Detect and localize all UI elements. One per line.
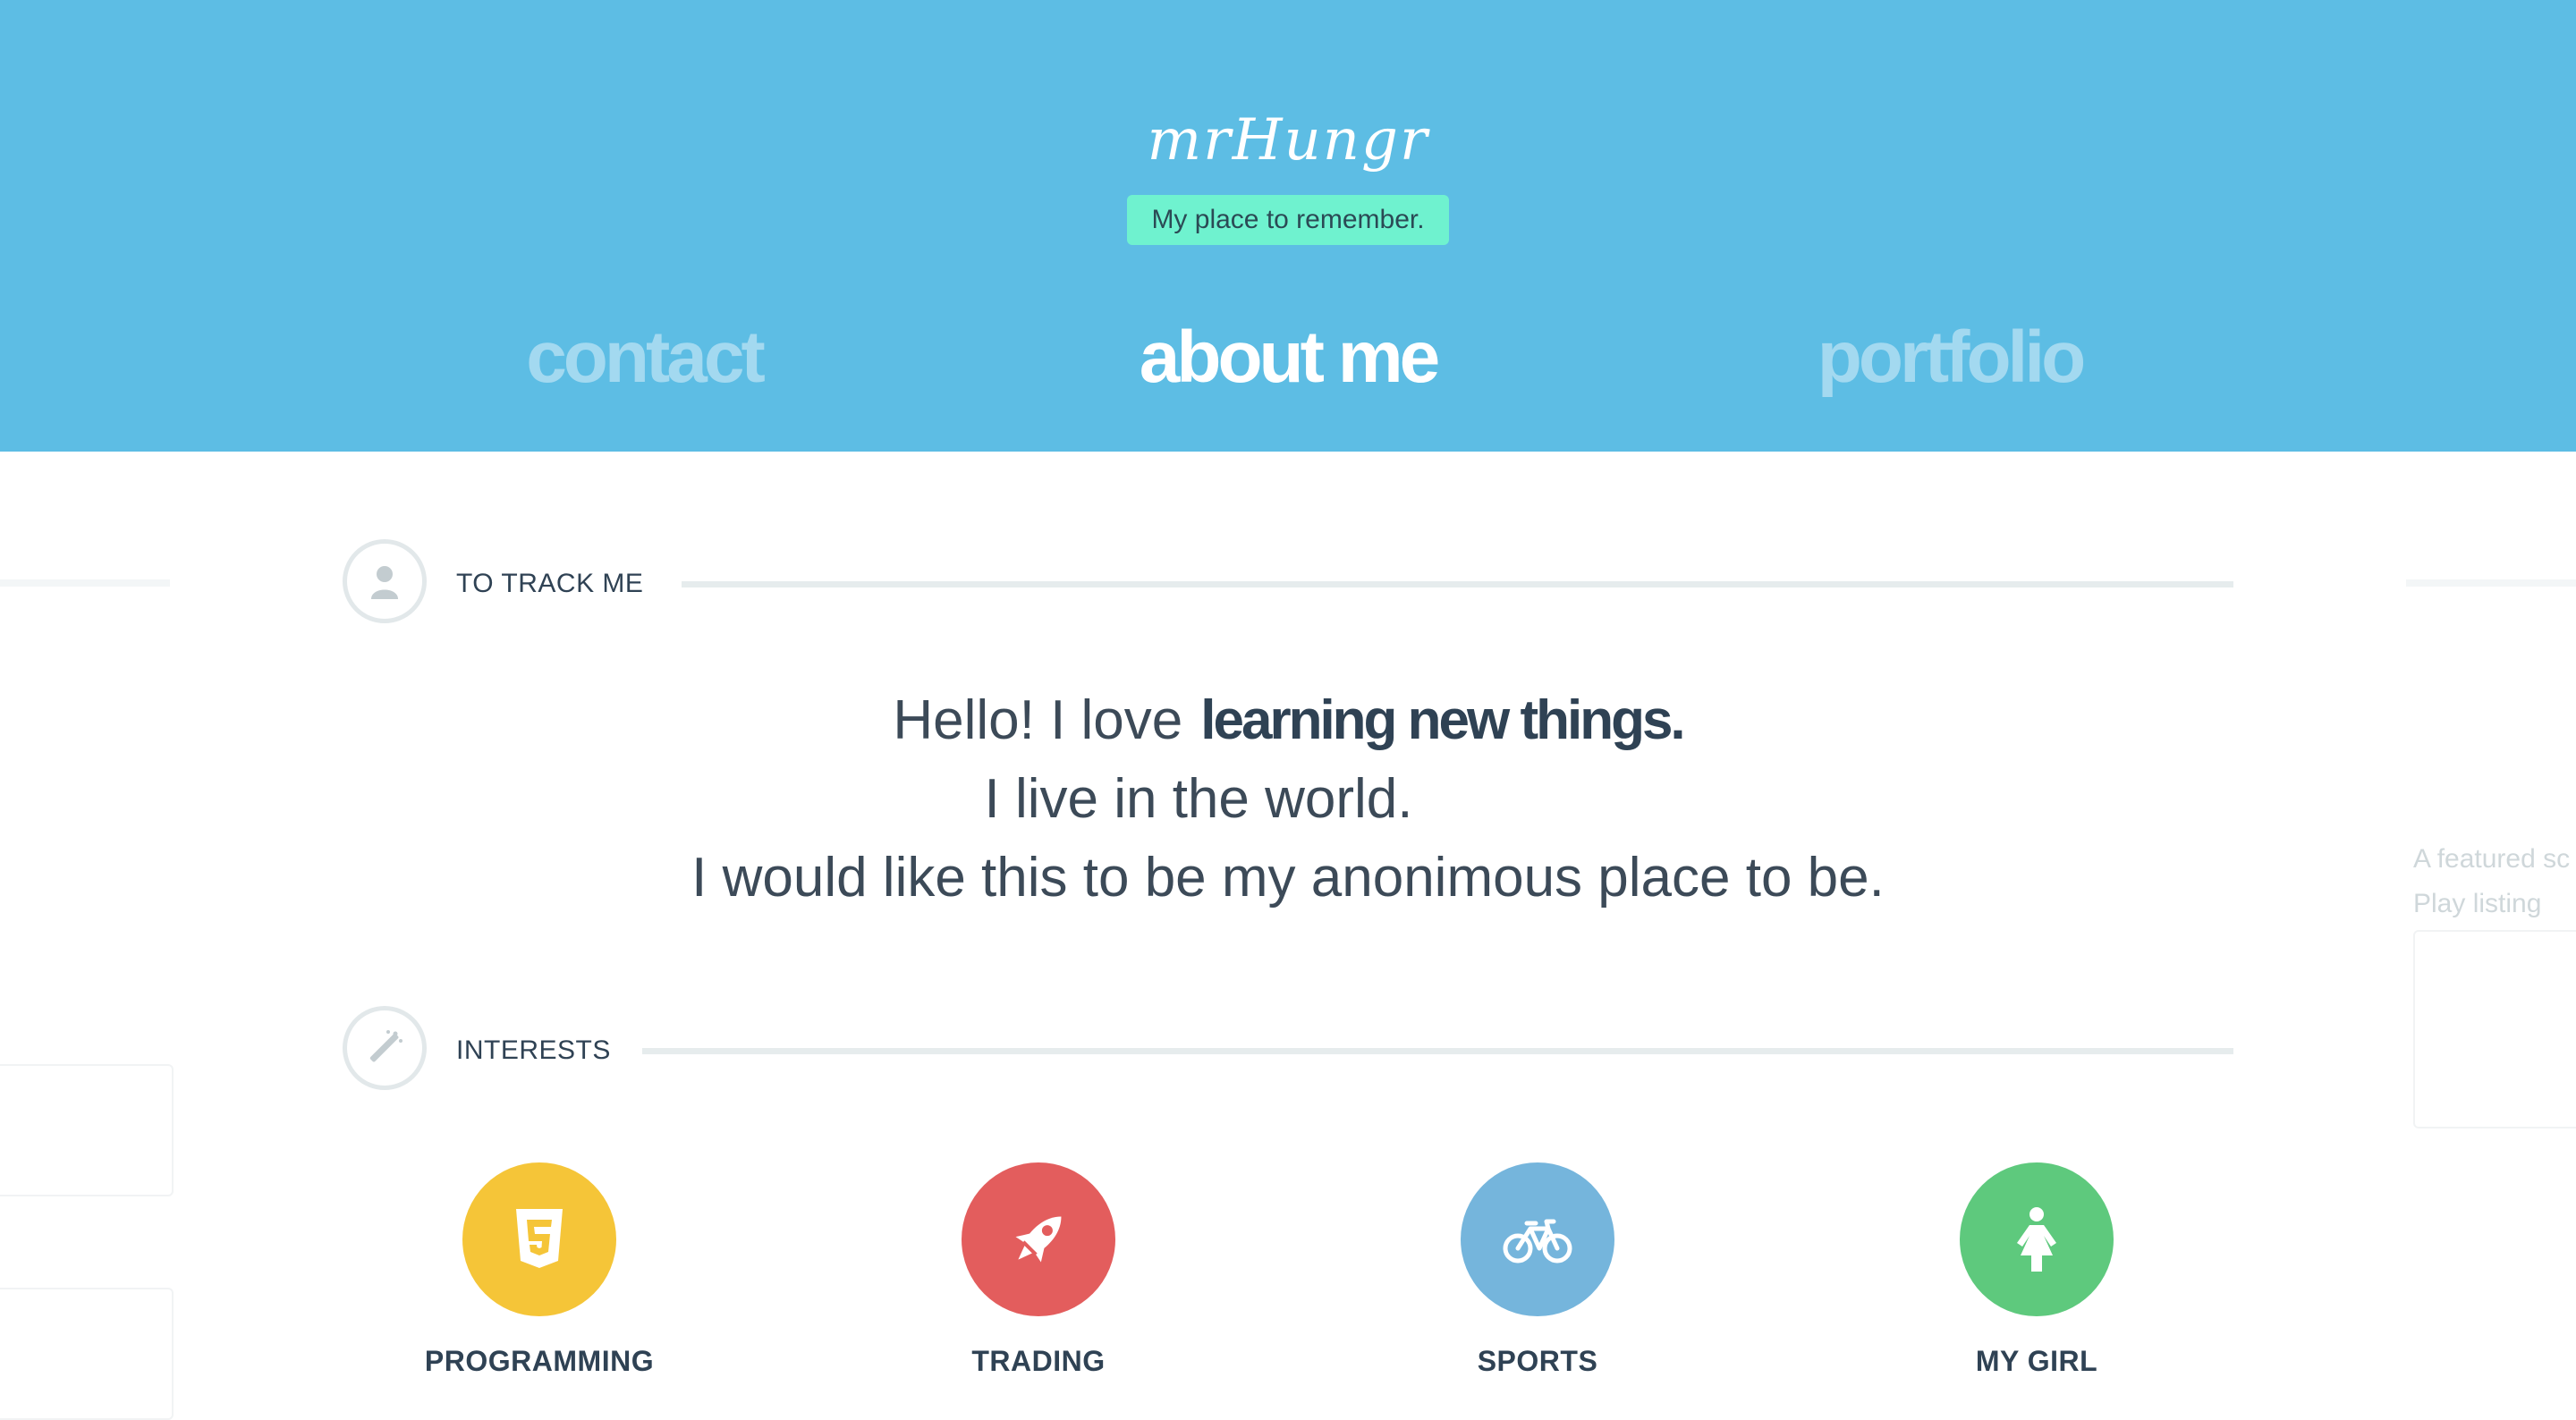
rocket-icon [962, 1162, 1115, 1316]
html5-icon [462, 1162, 616, 1316]
section-divider-interests [642, 1048, 2233, 1054]
user-icon [343, 539, 427, 623]
right-panel-divider [2406, 579, 2576, 587]
section-divider-track [682, 581, 2233, 587]
site-title[interactable]: mrHungr [0, 107, 2576, 173]
left-panel-card [0, 1064, 174, 1196]
tagline-badge: My place to remember. [1127, 195, 1449, 245]
left-panel-card-2 [0, 1288, 174, 1420]
interest-label: SPORTS [1477, 1345, 1598, 1377]
section-title-track: TO TRACK ME [456, 569, 644, 598]
interest-label: MY GIRL [1975, 1345, 2098, 1377]
intro-line-2: I live in the world. [984, 768, 1413, 830]
right-panel-card [2413, 930, 2576, 1128]
magic-wand-icon [343, 1006, 427, 1090]
bicycle-icon [1461, 1162, 1614, 1316]
woman-icon [1960, 1162, 2114, 1316]
section-title-interests: INTERESTS [456, 1035, 611, 1065]
nav-about-link[interactable]: about me [1109, 313, 1467, 402]
intro-line-3: I would like this to be my anonimous pla… [691, 847, 1885, 909]
intro-line-1-prefix: Hello! I love [893, 689, 1183, 751]
nav-contact-link[interactable]: contact [465, 313, 823, 402]
interest-label: TRADING [971, 1345, 1106, 1377]
nav-portfolio-link[interactable]: portfolio [1753, 313, 2147, 402]
left-panel-divider [0, 579, 170, 587]
intro-emphasis: learning new things. [1200, 689, 1685, 751]
intro-line-1: Hello! I love learning new things. [0, 689, 2576, 752]
interest-label: PROGRAMMING [424, 1345, 655, 1377]
site-header: mrHungr My place to remember. contact ab… [0, 0, 2576, 452]
